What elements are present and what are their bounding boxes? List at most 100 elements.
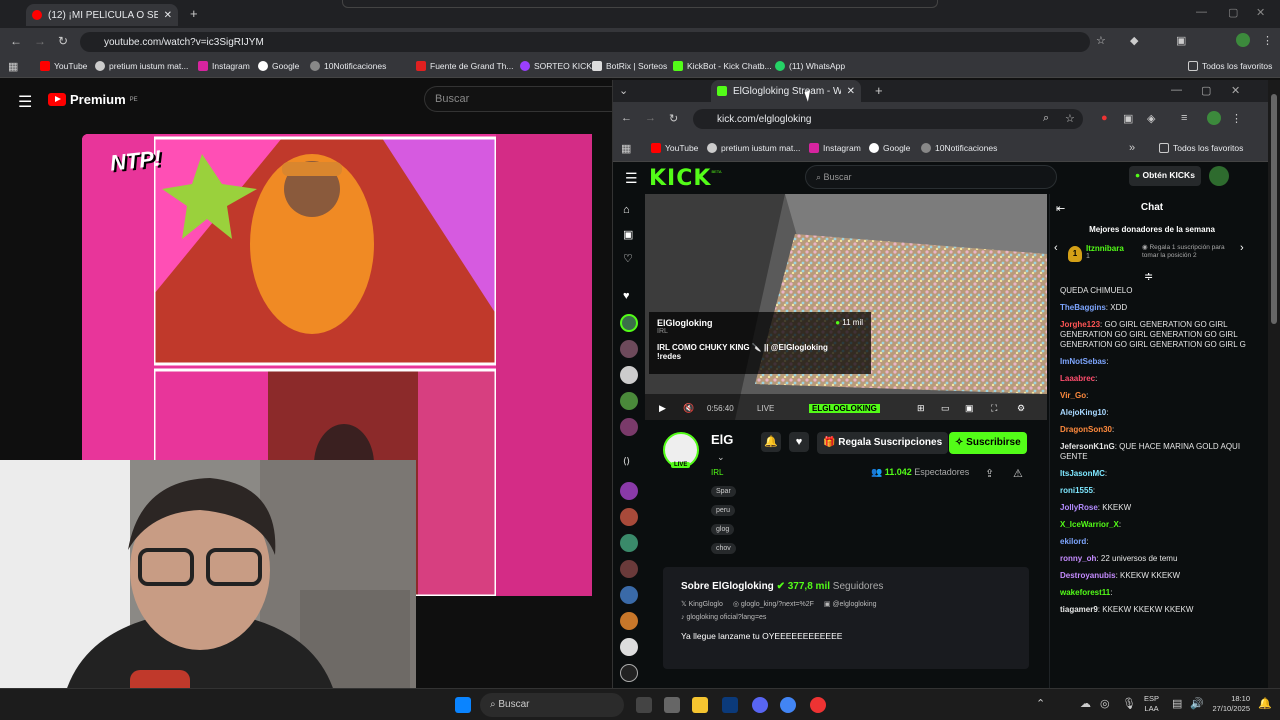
settings-gear-icon[interactable]: ⚙ [1017, 403, 1025, 414]
chevron-right-icon[interactable]: › [1240, 242, 1244, 254]
channel-category[interactable]: IRL [711, 468, 723, 477]
puzzle-icon[interactable]: ▣ [1176, 34, 1186, 47]
language-indicator[interactable]: ESP LAA [1144, 694, 1159, 714]
address-bar[interactable]: youtube.com/watch?v=ic3SigRIJYM [80, 32, 1090, 52]
channel-avatar-4[interactable] [620, 392, 638, 410]
chat-username[interactable]: wakeforest11 [1060, 588, 1110, 597]
chat-username[interactable]: Laaabrec [1060, 374, 1095, 383]
bookmark-instagram[interactable]: Instagram [809, 143, 861, 153]
channel-avatar-3[interactable] [620, 366, 638, 384]
bookmark-10notificaciones[interactable]: 10Notificaciones [310, 61, 386, 71]
tab-kick[interactable]: ElGlogloking Stream - Watch Li ✕ [711, 80, 861, 102]
close-window-icon[interactable]: ✕ [1256, 6, 1265, 19]
channel-avatar-11[interactable] [620, 612, 638, 630]
kick-search-input[interactable]: ⌕ Buscar [805, 165, 1057, 189]
profile-avatar[interactable] [1207, 111, 1221, 125]
task-view-icon[interactable] [636, 697, 652, 713]
apps-grid-icon[interactable]: ▦ [621, 142, 631, 155]
play-icon[interactable]: ▶ [659, 403, 666, 414]
tag[interactable]: peru [711, 505, 736, 516]
mic-icon[interactable]: 🎙 [1122, 697, 1136, 710]
channel-avatar-12[interactable] [620, 638, 638, 656]
chat-username[interactable]: X_IceWarrior_X [1060, 520, 1119, 529]
notification-bell-button[interactable]: 🔔 [761, 432, 781, 452]
volume-icon[interactable]: 🔇 [683, 403, 694, 414]
bookmark-kickbot[interactable]: KickBot - Kick Chatb... [673, 61, 772, 71]
tag[interactable]: glog [711, 524, 735, 535]
minimize-icon[interactable]: — [1196, 6, 1207, 18]
taskbar-search[interactable]: ⌕ Buscar [480, 693, 624, 717]
yt-search-input[interactable]: Buscar [424, 86, 612, 112]
reload-icon[interactable]: ↻ [58, 34, 68, 48]
profile-avatar[interactable] [1236, 33, 1250, 47]
page-scrollbar[interactable] [1268, 80, 1280, 688]
chat-username[interactable]: tiagamer9 [1060, 605, 1098, 614]
playlist-icon[interactable]: ≡ [1181, 112, 1187, 124]
network-icon[interactable]: ▤ [1172, 697, 1182, 710]
scrollbar-thumb[interactable] [1271, 94, 1277, 324]
maximize-icon[interactable]: ▢ [1201, 84, 1211, 97]
youtube-logo[interactable]: Premium PE [48, 92, 138, 107]
reload-icon[interactable]: ↻ [669, 112, 678, 125]
tab-youtube[interactable]: (12) ¡MI PELÍCULA O SERIE FAVO ✕ [26, 4, 178, 26]
bookmark-google[interactable]: Google [869, 143, 910, 153]
forward-icon[interactable]: → [645, 112, 656, 124]
notification-bell-icon[interactable]: 🔔 [1258, 697, 1272, 710]
cloud-icon[interactable]: ☁ [1080, 697, 1091, 710]
hamburger-icon[interactable]: ☰ [18, 92, 32, 112]
bookmark-google[interactable]: Google [258, 61, 299, 71]
bookmark-all[interactable]: Todos los favoritos [1188, 61, 1272, 71]
kick-logo[interactable]: KICK BETA [649, 166, 722, 191]
bookmark-gta[interactable]: Fuente de Grand Th... [416, 61, 513, 71]
chat-username[interactable]: DragonSon30 [1060, 425, 1112, 434]
bookmark-sorteo-kick[interactable]: SORTEO KICK [520, 61, 592, 71]
clock[interactable]: 18:10 27/10/2025 [1206, 694, 1250, 714]
channel-avatar-7[interactable] [620, 508, 638, 526]
channel-avatar-1[interactable] [620, 314, 638, 332]
home-icon[interactable]: ⌂ [623, 204, 630, 216]
discord-icon[interactable] [752, 697, 768, 713]
expand-icon[interactable]: ⟨⟩ [623, 456, 630, 467]
menu-icon[interactable]: ⋮ [1231, 112, 1242, 125]
bookmark-instagram[interactable]: Instagram [198, 61, 250, 71]
zoom-icon[interactable]: ⌕ [1043, 112, 1049, 125]
extension-red-icon[interactable]: ● [1101, 112, 1108, 124]
chevron-down-icon[interactable]: ⌄ [717, 452, 725, 463]
channel-avatar-5[interactable] [620, 418, 638, 436]
follow-button[interactable]: ♥ [789, 432, 809, 452]
chat-username[interactable]: JefersonK1nG [1060, 442, 1115, 451]
chat-username[interactable]: AlejoKing10 [1060, 408, 1106, 417]
chat-username[interactable]: Destroyanubis [1060, 571, 1116, 580]
bookmark-pretium[interactable]: pretium iustum mat... [707, 143, 800, 153]
new-tab-icon[interactable]: + [875, 83, 883, 98]
chat-username[interactable]: ImNotSebas [1060, 357, 1106, 366]
tiktok-social-link[interactable]: ♪ glogloking oficial?lang=es [681, 614, 1011, 621]
close-icon[interactable]: ✕ [164, 10, 172, 21]
tag[interactable]: chov [711, 543, 736, 554]
instagram-social-link[interactable]: ◎ gloglo_king/?next=%2F [733, 600, 814, 608]
chat-username[interactable]: ronny_oh [1060, 554, 1096, 563]
app-icon[interactable] [664, 697, 680, 713]
file-explorer-icon[interactable] [692, 697, 708, 713]
channel-avatar-2[interactable] [620, 340, 638, 358]
kick-video-player[interactable]: ElGlogloking ● 11 mil IRL IRL COMO CHUKY… [645, 194, 1047, 420]
back-icon[interactable]: ← [621, 112, 632, 124]
star-icon[interactable]: ☆ [1065, 112, 1075, 125]
chat-username[interactable]: JollyRose [1060, 503, 1098, 512]
chevron-right-icon[interactable]: » [1129, 142, 1135, 154]
pip-icon[interactable]: ▣ [965, 403, 974, 414]
bookmark-10notificaciones[interactable]: 10Notificaciones [921, 143, 997, 153]
close-icon[interactable]: ✕ [847, 86, 855, 97]
tab-search-icon[interactable]: ⌄ [619, 84, 628, 97]
channel-avatar-9[interactable] [620, 560, 638, 578]
extension-icon[interactable]: ▣ [1123, 112, 1133, 125]
tray-app-icon[interactable]: ◎ [1100, 697, 1110, 710]
photoshop-icon[interactable] [722, 697, 738, 713]
gift-subs-button[interactable]: 🎁 Regala Suscripciones [817, 432, 949, 454]
browse-icon[interactable]: ▣ [623, 228, 633, 241]
get-kicks-button[interactable]: ● Obtén KICKs [1129, 166, 1201, 186]
x-social-link[interactable]: 𝕏 KingGloglo [681, 600, 723, 608]
menu-icon[interactable]: ⋮ [1262, 34, 1273, 47]
subscribe-button[interactable]: ✧ Suscribirse [949, 432, 1027, 454]
discord-social-link[interactable]: ▣ @elglogloking [824, 600, 877, 608]
